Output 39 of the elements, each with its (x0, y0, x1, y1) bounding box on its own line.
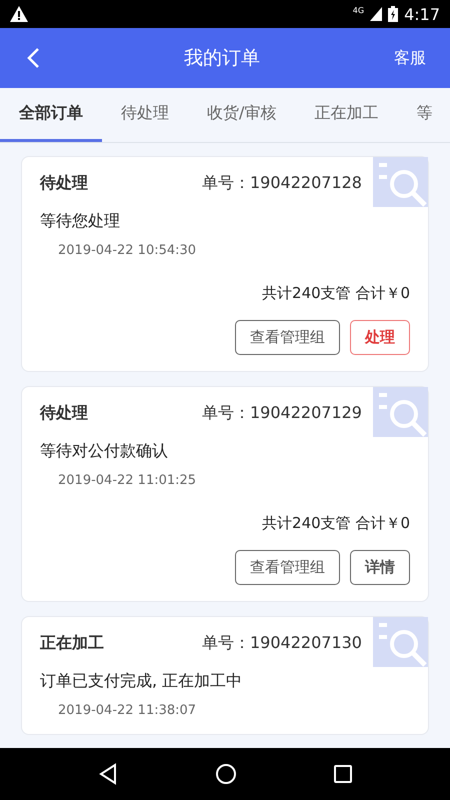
order-number: 单号：19042207129 (202, 403, 362, 424)
order-action-button[interactable]: 详情 (350, 550, 410, 585)
search-document-icon (373, 157, 428, 207)
tab[interactable]: 待处理 (102, 88, 188, 142)
network-type: 4G (352, 6, 364, 15)
tab[interactable]: 等 (397, 88, 450, 142)
order-time: 2019-04-22 11:38:07 (58, 703, 198, 718)
order-number: 单号：19042207130 (202, 633, 362, 654)
order-action-button[interactable]: 查看管理组 (235, 550, 340, 585)
order-card[interactable]: 待处理 单号：19042207128 等待您处理 2019-04-22 10:54:30 共计240支管 合计￥0 查看管理组 处理 (21, 156, 429, 372)
back-nav-icon[interactable] (98, 763, 118, 785)
customer-service-link[interactable]: 客服 (394, 48, 426, 68)
order-action-button[interactable]: 处理 (350, 320, 410, 355)
recents-nav-icon[interactable] (334, 765, 352, 783)
order-time: 2019-04-22 10:54:30 (58, 243, 198, 258)
order-card[interactable]: 待处理 单号：19042207129 等待对公付款确认 2019-04-22 11:01:25 共计240支管 合计￥0 查看管理组 详情 (21, 386, 429, 602)
order-status: 待处理 (40, 173, 89, 194)
order-message: 等待您处理 (40, 211, 121, 232)
order-status: 正在加工 (40, 633, 105, 654)
search-document-icon (373, 617, 428, 667)
signal-icon (370, 7, 382, 21)
clock: 4:17 (404, 4, 440, 24)
order-message: 订单已支付完成, 正在加工中 (40, 671, 244, 692)
order-action-button[interactable]: 查看管理组 (235, 320, 340, 355)
page-title: 我的订单 (183, 46, 261, 71)
order-message: 等待对公付款确认 (40, 441, 169, 462)
order-summary: 共计240支管 合计￥0 (262, 284, 410, 303)
warning-icon (10, 6, 28, 22)
tab[interactable]: 全部订单 (0, 88, 102, 142)
tab[interactable]: 正在加工 (295, 88, 398, 142)
tab[interactable]: 收货/审核 (188, 88, 296, 142)
order-card[interactable]: 正在加工 单号：19042207130 订单已支付完成, 正在加工中 2019-04-22 11:38:07 (21, 616, 429, 735)
order-status: 待处理 (40, 403, 89, 424)
order-number: 单号：19042207128 (202, 173, 362, 194)
home-nav-icon[interactable] (214, 763, 237, 785)
search-document-icon (373, 387, 428, 437)
order-time: 2019-04-22 11:01:25 (58, 473, 198, 488)
battery-icon (388, 6, 398, 22)
order-summary: 共计240支管 合计￥0 (262, 514, 410, 533)
